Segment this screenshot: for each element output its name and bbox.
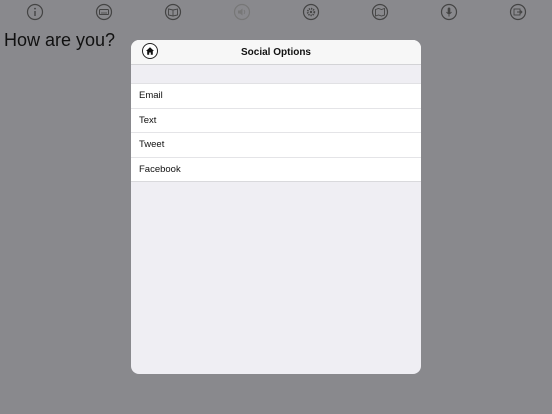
- keyboard-button[interactable]: [95, 3, 113, 21]
- info-icon: [26, 3, 43, 21]
- speaker-button[interactable]: [233, 3, 251, 21]
- settings-button[interactable]: [302, 3, 320, 21]
- microphone-button[interactable]: [440, 3, 458, 21]
- gear-icon: [302, 3, 319, 21]
- option-tweet[interactable]: Tweet: [131, 133, 421, 158]
- info-button[interactable]: [26, 3, 44, 21]
- toolbar: [0, 0, 552, 24]
- book-icon: [164, 3, 181, 21]
- option-facebook[interactable]: Facebook: [131, 158, 421, 182]
- option-text[interactable]: Text: [131, 109, 421, 133]
- speaker-icon: [233, 3, 250, 21]
- map-button[interactable]: [371, 3, 389, 21]
- share-icon: [509, 3, 526, 21]
- dialog-title: Social Options: [240, 46, 311, 58]
- share-button[interactable]: [509, 3, 527, 21]
- option-email[interactable]: Email: [131, 84, 421, 109]
- keyboard-icon: [95, 3, 112, 21]
- social-options-list: Email Text Tweet Facebook: [131, 83, 421, 182]
- microphone-icon: [440, 3, 457, 21]
- social-options-dialog: Social Options Email Text Tweet Facebook: [131, 40, 421, 374]
- editor-text[interactable]: How are you?: [4, 30, 115, 51]
- book-button[interactable]: [164, 3, 182, 21]
- home-button[interactable]: [142, 43, 158, 59]
- dialog-header: Social Options: [131, 40, 421, 65]
- home-icon: [146, 47, 154, 55]
- map-icon: [371, 3, 388, 21]
